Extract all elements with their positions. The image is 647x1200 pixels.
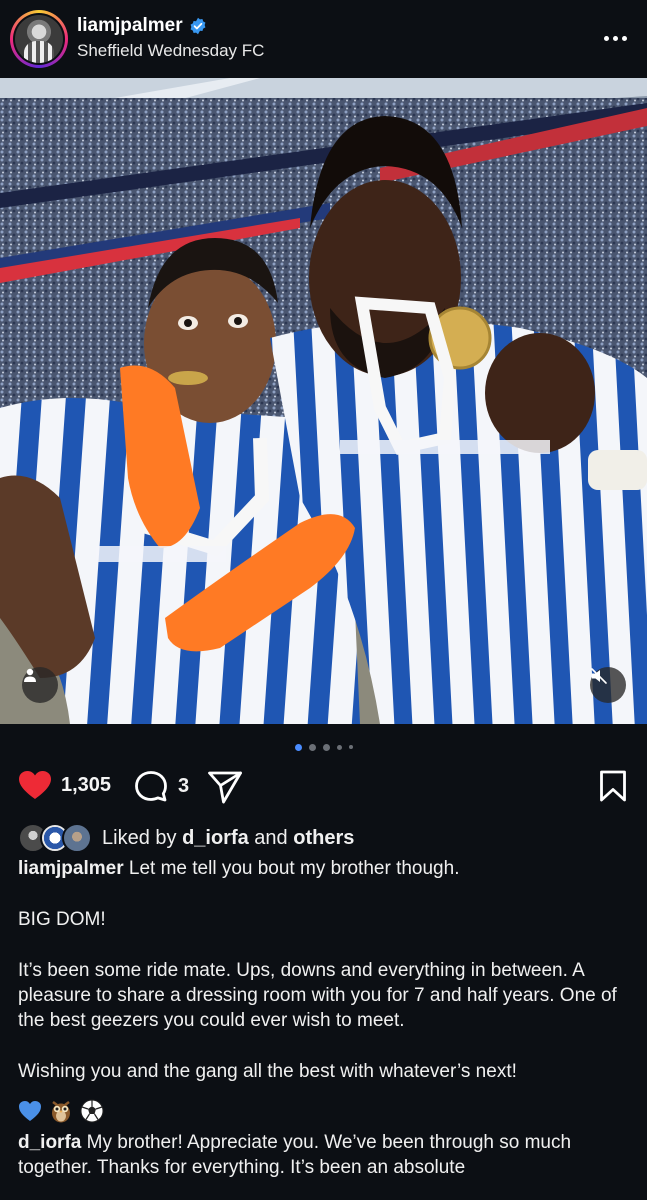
- save-action: [599, 770, 627, 802]
- mute-button[interactable]: [590, 667, 626, 703]
- speaker-muted-icon: [591, 668, 607, 684]
- caption-paragraph: It’s been some ride mate. Ups, downs and…: [18, 960, 617, 1031]
- liked-by-row[interactable]: Liked by d_iorfa and others: [18, 823, 354, 853]
- location-link[interactable]: Sheffield Wednesday FC: [77, 41, 264, 61]
- caption-username-link[interactable]: liamjpalmer: [18, 858, 124, 879]
- comments-count[interactable]: 3: [178, 775, 189, 798]
- likes-count[interactable]: 1,305: [61, 774, 111, 797]
- like-action: 1,305: [18, 770, 111, 800]
- comment-bubble-icon[interactable]: [134, 770, 168, 802]
- avatar-image: [15, 15, 63, 63]
- comment-username-link[interactable]: d_iorfa: [18, 1132, 81, 1153]
- person-icon: [24, 668, 36, 682]
- liker-avatar: [62, 823, 92, 853]
- post-header: liamjpalmer Sheffield Wednesday FC: [0, 0, 647, 78]
- caption-paragraph: BIG DOM!: [18, 909, 106, 930]
- caption-text: Let me tell you bout my brother though.: [123, 858, 460, 879]
- user-block: liamjpalmer Sheffield Wednesday FC: [77, 15, 264, 61]
- share-action: [207, 770, 243, 804]
- owl-icon: [52, 1101, 70, 1123]
- more-options-icon[interactable]: [601, 28, 629, 48]
- tagged-people-button[interactable]: [22, 667, 58, 703]
- comment-action: 3: [134, 770, 189, 802]
- carousel-dot: [336, 744, 342, 750]
- action-bar: 1,305 3: [0, 768, 647, 808]
- post-photo[interactable]: [0, 78, 647, 724]
- username-link[interactable]: liamjpalmer: [77, 15, 183, 37]
- carousel-indicator: [0, 743, 647, 751]
- comment-text: My brother! Appreciate you. We’ve been t…: [18, 1132, 572, 1178]
- liked-by-middle: and: [248, 826, 294, 849]
- carousel-dot: [308, 743, 316, 751]
- carousel-dot: [322, 743, 330, 751]
- caption-emojis: [18, 1098, 633, 1124]
- liked-by-prefix: Liked by: [102, 826, 183, 849]
- liked-by-others-link[interactable]: others: [293, 827, 354, 849]
- carousel-dot-active: [294, 743, 302, 751]
- send-icon[interactable]: [207, 770, 243, 804]
- top-comment: d_iorfa My brother! Appreciate you. We’v…: [18, 1130, 633, 1180]
- caption-paragraph: Wishing you and the gang all the best wi…: [18, 1061, 517, 1082]
- caption-first-line: liamjpalmer Let me tell you bout my brot…: [18, 856, 633, 881]
- carousel-dot: [348, 745, 353, 749]
- heart-filled-icon[interactable]: [18, 770, 52, 800]
- profile-avatar[interactable]: [10, 10, 68, 68]
- soccer-ball-icon: [80, 1099, 104, 1123]
- verified-badge-icon: [190, 17, 206, 35]
- liked-by-text: Liked by d_iorfa and others: [102, 827, 354, 850]
- liker-avatars: [18, 823, 94, 853]
- blue-heart-icon: [19, 1101, 41, 1121]
- liked-by-user-link[interactable]: d_iorfa: [182, 827, 249, 849]
- bookmark-icon[interactable]: [599, 770, 627, 802]
- photo-illustration: [0, 78, 647, 724]
- post-caption: liamjpalmer Let me tell you bout my brot…: [18, 856, 633, 1180]
